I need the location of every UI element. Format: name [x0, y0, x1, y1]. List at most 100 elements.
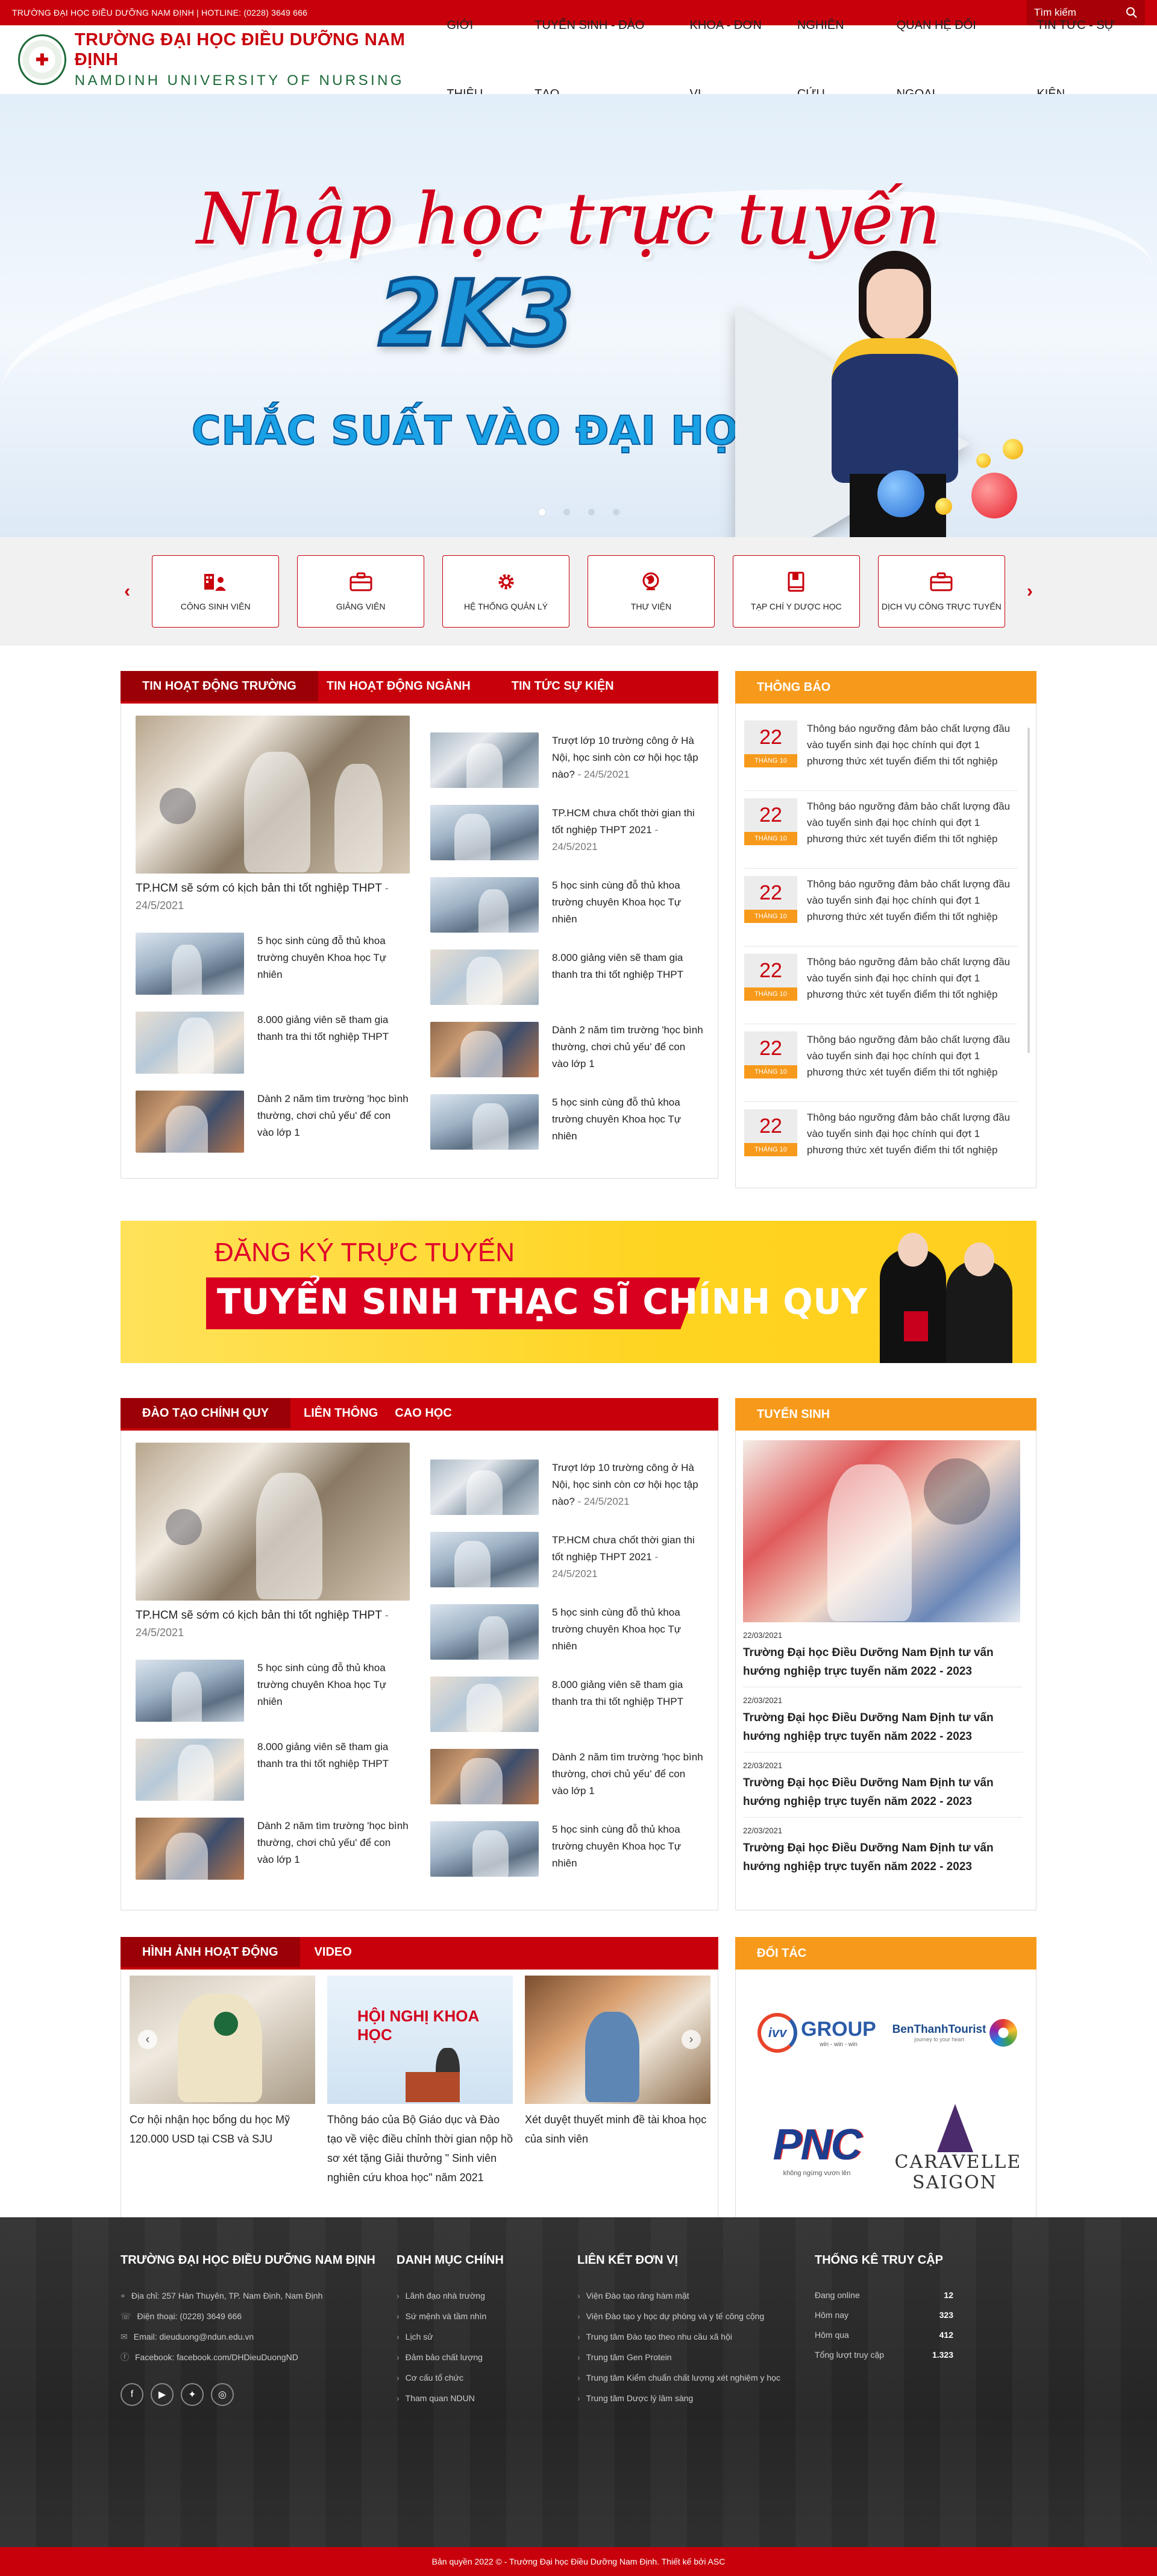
news-item[interactable]: Dành 2 năm tìm trường 'học bình thường, …: [430, 1022, 703, 1077]
partner-caravelle-logo[interactable]: CARAVELLE SAIGON: [895, 2103, 1020, 2193]
gallery-item[interactable]: Xét duyệt thuyết minh đề tài khoa học củ…: [525, 1976, 710, 2187]
banner-dot[interactable]: [539, 509, 545, 515]
news-item[interactable]: Dành 2 năm tìm trường 'học bình thường, …: [136, 1818, 410, 1880]
partner-pnc-logo[interactable]: PNC không ngừng vươn lên: [773, 2120, 862, 2177]
footer-link[interactable]: › Viện Đào tạo răng hàm mặt: [577, 2285, 815, 2306]
hero-banner[interactable]: Nhập học trực tuyến 2K3 CHẮC SUẤT VÀO ĐẠ…: [0, 94, 1157, 537]
hotline-info: TRƯỜNG ĐẠI HỌC ĐIỀU DƯỠNG NAM ĐỊNH | HOT…: [12, 8, 308, 17]
facebook-icon[interactable]: f: [121, 2383, 143, 2406]
quick-prev-arrow-icon[interactable]: ‹: [121, 581, 134, 602]
news-item-title: Dành 2 năm tìm trường 'học bình thường, …: [257, 1820, 409, 1865]
news-item[interactable]: 5 học sinh cùng đỗ thủ khoa trường chuyê…: [430, 1604, 703, 1660]
tuyensinh-item[interactable]: 22/03/2021 Trường Đại học Điều Dưỡng Nam …: [743, 1687, 1023, 1752]
footer-link[interactable]: › Đảm bảo chất lượng: [397, 2347, 577, 2367]
footer-link[interactable]: › Trung tâm Kiểm chuẩn chất lượng xét ngh…: [577, 2367, 815, 2388]
banner-dot[interactable]: [588, 509, 595, 515]
news-section-2: ĐÀO TẠO CHÍNH QUY LIÊN THÔNG CAO HỌC TP.…: [121, 1398, 1036, 1910]
tuyensinh-item[interactable]: 22/03/2021 Trường Đại học Điều Dưỡng Nam …: [743, 1622, 1023, 1687]
footer-link[interactable]: › Lịch sử: [397, 2326, 577, 2347]
youtube-icon[interactable]: ▶: [151, 2383, 174, 2406]
news-item[interactable]: 5 học sinh cùng đỗ thủ khoa trường chuyê…: [430, 877, 703, 933]
twitter-icon[interactable]: ✦: [181, 2383, 204, 2406]
notice-item[interactable]: 22 THÁNG 10 Thông báo ngưỡng đảm bảo chất …: [744, 791, 1018, 869]
quick-next-arrow-icon[interactable]: ›: [1023, 581, 1036, 602]
tab-lien-thong[interactable]: LIÊN THÔNG: [290, 1398, 386, 1428]
gallery-next-icon[interactable]: ›: [682, 2030, 701, 2049]
footer-link[interactable]: › Trung tâm Dược lý lâm sàng: [577, 2388, 815, 2408]
gallery-prev-icon[interactable]: ‹: [138, 2030, 157, 2049]
notice-text: Thông báo ngưỡng đảm bảo chất lượng đầu …: [807, 1034, 1011, 1078]
featured-news-title[interactable]: TP.HCM sẽ sớm có kịch bản thi tốt nghiệp…: [136, 1607, 410, 1642]
notices-scrollbar[interactable]: [1027, 728, 1030, 1053]
tab-tin-hoat-dong-nganh[interactable]: TIN HOẠT ĐỘNG NGÀNH: [318, 671, 485, 701]
site-logo[interactable]: ✚ TRƯỜNG ĐẠI HỌC ĐIỀU DƯỠNG NAM ĐỊNH NAM…: [18, 30, 433, 89]
footer-link[interactable]: › Cơ cấu tổ chức: [397, 2367, 577, 2388]
news-item[interactable]: 8.000 giảng viên sẽ tham gia thanh tra t…: [136, 1012, 410, 1074]
footer-school-name: TRƯỜNG ĐẠI HỌC ĐIỀU DƯỠNG NAM ĐỊNH: [121, 2253, 375, 2267]
footer-facebook[interactable]: ⓕ Facebook: facebook.com/DHDieuDuongND: [121, 2347, 397, 2367]
news-item[interactable]: 8.000 giảng viên sẽ tham gia thanh tra t…: [430, 1677, 703, 1732]
news-item[interactable]: TP.HCM chưa chốt thời gian thi tốt nghiệ…: [430, 805, 703, 860]
quick-link-dich-vu-cong[interactable]: DỊCH VỤ CÔNG TRỰC TUYẾN: [877, 555, 1005, 628]
notice-item[interactable]: 22 THÁNG 10 Thông báo ngưỡng đảm bảo chất …: [744, 1024, 1018, 1102]
banner-pagination[interactable]: [539, 509, 619, 515]
site-footer: TRƯỜNG ĐẠI HỌC ĐIỀU DƯỠNG NAM ĐỊNH ⌖ Địa …: [0, 2217, 1157, 2547]
gallery-item[interactable]: HỘI NGHỊ KHOA HỌC Thông báo của Bộ Giáo …: [327, 1976, 513, 2187]
banner-dot[interactable]: [563, 509, 570, 515]
news-item[interactable]: 5 học sinh cùng đỗ thủ khoa trường chuyê…: [430, 1821, 703, 1877]
quick-link-cong-sinh-vien[interactable]: CÔNG SINH VIÊN: [152, 555, 280, 628]
quick-link-label: CÔNG SINH VIÊN: [180, 602, 251, 611]
quick-link-he-thong-quan-ly[interactable]: HỆ THỐNG QUẢN LÝ: [442, 555, 569, 628]
tuyensinh-item[interactable]: 22/03/2021 Trường Đại học Điều Dưỡng Nam …: [743, 1752, 1023, 1818]
masters-admission-banner[interactable]: ĐĂNG KÝ TRỰC TUYẾN TUYỂN SINH THẠC SĨ CH…: [121, 1221, 1036, 1363]
quick-link-tap-chi[interactable]: TẠP CHÍ Y DƯỢC HỌC: [732, 555, 860, 628]
news-item[interactable]: 5 học sinh cùng đỗ thủ khoa trường chuyê…: [136, 933, 410, 995]
tab-tin-hoat-dong-truong[interactable]: TIN HOẠT ĐỘNG TRƯỜNG: [121, 671, 318, 701]
notice-text: Thông báo ngưỡng đảm bảo chất lượng đầu …: [807, 878, 1011, 922]
news-item[interactable]: Dành 2 năm tìm trường 'học bình thường, …: [430, 1749, 703, 1804]
news-item-title: Trượt lớp 10 trường công ở Hà Nội, học s…: [552, 1462, 698, 1507]
news-item[interactable]: TP.HCM chưa chốt thời gian thi tốt nghiệ…: [430, 1532, 703, 1587]
news-item[interactable]: 8.000 giảng viên sẽ tham gia thanh tra t…: [136, 1739, 410, 1801]
notice-item[interactable]: 22 THÁNG 10 Thông báo ngưỡng đảm bảo chất …: [744, 1102, 1018, 1180]
notice-item[interactable]: 22 THÁNG 10 Thông báo ngưỡng đảm bảo chất …: [744, 869, 1018, 946]
partner-benthanh-logo[interactable]: BenThanhTourist journey to your heart: [892, 2019, 1018, 2047]
featured-news-title[interactable]: TP.HCM sẽ sớm có kịch bản thi tốt nghiệp…: [136, 880, 410, 915]
footer-link[interactable]: › Trung tâm Đào tạo theo nhu cầu xã hội: [577, 2326, 815, 2347]
gallery-item[interactable]: Cơ hội nhận học bổng du học Mỹ 120.000 U…: [130, 1976, 315, 2187]
banner-dot[interactable]: [613, 509, 619, 515]
news-item-title: Dành 2 năm tìm trường 'học bình thường, …: [257, 1093, 409, 1138]
news-item[interactable]: 5 học sinh cùng đỗ thủ khoa trường chuyê…: [136, 1660, 410, 1722]
footer-link[interactable]: › Sứ mệnh và tầm nhìn: [397, 2306, 577, 2326]
footer-link[interactable]: › Lãnh đạo nhà trường: [397, 2285, 577, 2306]
flower-icon: [989, 2019, 1018, 2047]
tab-tin-tuc-su-kien[interactable]: TIN TỨC SỰ KIỆN: [485, 671, 631, 701]
notice-item[interactable]: 22 THÁNG 10 Thông báo ngưỡng đảm bảo chất …: [744, 713, 1018, 791]
quick-link-giang-vien[interactable]: GIẢNG VIÊN: [297, 555, 425, 628]
news-item[interactable]: Trượt lớp 10 trường công ở Hà Nội, học s…: [430, 732, 703, 788]
tab-video[interactable]: VIDEO: [300, 1937, 366, 1967]
footer-link[interactable]: › Trung tâm Gen Protein: [577, 2347, 815, 2367]
book-icon: [783, 572, 809, 592]
notice-item[interactable]: 22 THÁNG 10 Thông báo ngưỡng đảm bảo chất …: [744, 946, 1018, 1024]
news-item[interactable]: Dành 2 năm tìm trường 'học bình thường, …: [136, 1091, 410, 1153]
tuyensinh-item[interactable]: 22/03/2021 Trường Đại học Điều Dưỡng Nam …: [743, 1818, 1023, 1882]
partners-panel: ivv GROUP win - win - win BenThanhTourist…: [735, 1970, 1036, 2237]
quick-link-thu-vien[interactable]: THƯ VIỆN: [588, 555, 715, 628]
footer-link[interactable]: › Viện Đào tạo y học dự phòng và y tế côn…: [577, 2306, 815, 2326]
tuyensinh-image[interactable]: [743, 1440, 1020, 1622]
stat-today: Hôm nay 323: [815, 2310, 953, 2320]
news-item[interactable]: 5 học sinh cùng đỗ thủ khoa trường chuyê…: [430, 1094, 703, 1150]
notice-text: Thông báo ngưỡng đảm bảo chất lượng đầu …: [807, 1112, 1011, 1156]
news-item[interactable]: Trượt lớp 10 trường công ở Hà Nội, học s…: [430, 1460, 703, 1515]
footer-email[interactable]: ✉ Email: dieuduong@ndun.edu.vn: [121, 2326, 397, 2347]
featured-news-image[interactable]: [136, 1443, 410, 1601]
partner-ivv-group-logo[interactable]: ivv GROUP win - win - win: [757, 2013, 876, 2053]
footer-link[interactable]: › Tham quan NDUN: [397, 2388, 577, 2408]
news-item[interactable]: 8.000 giảng viên sẽ tham gia thanh tra t…: [430, 949, 703, 1005]
tab-hinh-anh-hoat-dong[interactable]: HÌNH ẢNH HOẠT ĐỘNG: [121, 1937, 300, 1967]
tab-cao-hoc[interactable]: CAO HỌC: [386, 1398, 460, 1428]
tab-dao-tao-chinh-quy[interactable]: ĐÀO TẠO CHÍNH QUY: [121, 1398, 290, 1428]
featured-news-image[interactable]: [136, 716, 410, 874]
instagram-icon[interactable]: ◎: [211, 2383, 234, 2406]
